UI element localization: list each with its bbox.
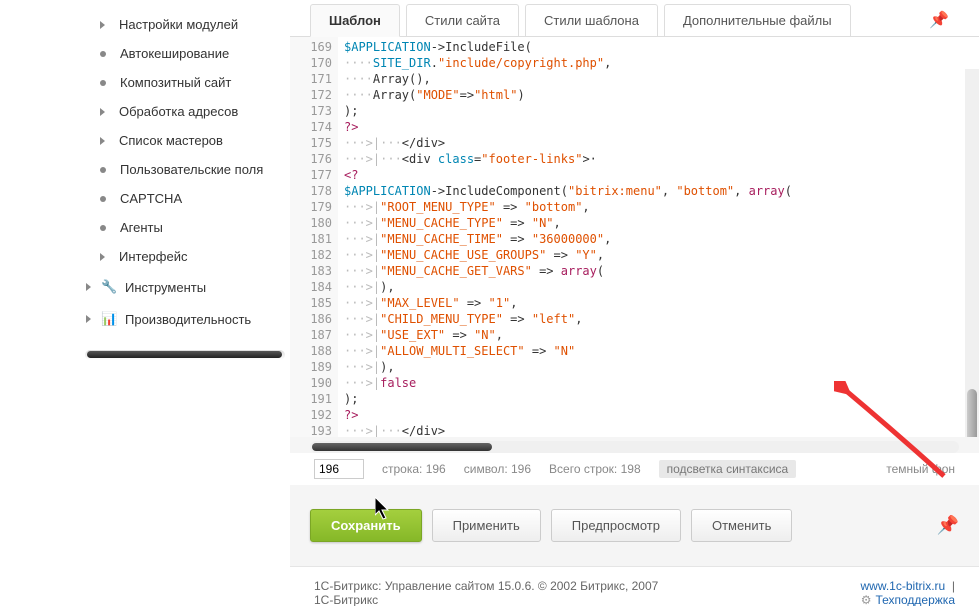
sidebar-group-label: Инструменты <box>125 280 206 295</box>
sidebar-item-label: Настройки модулей <box>119 17 238 32</box>
footer: 1С-Битрикс: Управление сайтом 15.0.6. © … <box>290 566 979 606</box>
pin-icon[interactable]: 📌 <box>929 10 959 30</box>
status-total: Всего строк: 198 <box>549 462 641 476</box>
performance-icon: 📊 <box>101 311 117 327</box>
sidebar-item-label: Интерфейс <box>119 249 187 264</box>
tab-template[interactable]: Шаблон <box>310 4 400 37</box>
dark-bg-toggle[interactable]: темный фон <box>886 462 955 476</box>
arrow-icon <box>100 253 105 261</box>
code-editor[interactable]: 1691701711721731741751761771781791801811… <box>290 37 979 437</box>
footer-copyright: 1С-Битрикс: Управление сайтом 15.0.6. © … <box>314 579 658 593</box>
sidebar-item-label: Список мастеров <box>119 133 223 148</box>
sidebar-group-tools[interactable]: 🔧 Инструменты <box>0 271 290 303</box>
sidebar: Настройки модулей Автокеширование Композ… <box>0 0 290 606</box>
status-col: символ: 196 <box>464 462 531 476</box>
status-bar: строка: 196 символ: 196 Всего строк: 198… <box>290 453 979 485</box>
footer-link-support[interactable]: Техподдержка <box>875 593 955 606</box>
bullet-icon <box>100 196 106 202</box>
sidebar-item-autocache[interactable]: Автокеширование <box>0 39 290 68</box>
sidebar-item-label: Пользовательские поля <box>120 162 263 177</box>
syntax-highlight-toggle[interactable]: подсветка синтаксиса <box>659 460 797 478</box>
tabs-row: Шаблон Стили сайта Стили шаблона Дополни… <box>290 0 979 37</box>
main-panel: Шаблон Стили сайта Стили шаблона Дополни… <box>290 0 979 606</box>
vertical-scrollbar[interactable] <box>965 69 979 437</box>
tab-extra-files[interactable]: Дополнительные файлы <box>664 4 851 36</box>
sidebar-item-label: CAPTCHA <box>120 191 182 206</box>
bullet-icon <box>100 225 106 231</box>
arrow-icon <box>100 21 105 29</box>
tab-site-styles[interactable]: Стили сайта <box>406 4 519 36</box>
cancel-button[interactable]: Отменить <box>691 509 792 542</box>
goto-line-input[interactable] <box>314 459 364 479</box>
sidebar-item-interface[interactable]: Интерфейс <box>0 242 290 271</box>
bullet-icon <box>100 51 106 57</box>
sidebar-item-user-fields[interactable]: Пользовательские поля <box>0 155 290 184</box>
sidebar-item-agents[interactable]: Агенты <box>0 213 290 242</box>
arrow-icon <box>86 315 91 323</box>
tools-icon: 🔧 <box>101 279 117 295</box>
bullet-icon <box>100 80 106 86</box>
sidebar-group-performance[interactable]: 📊 Производительность <box>0 303 290 335</box>
gear-icon: ⚙ <box>861 593 872 606</box>
tab-template-styles[interactable]: Стили шаблона <box>525 4 658 36</box>
arrow-icon <box>100 137 105 145</box>
preview-button[interactable]: Предпросмотр <box>551 509 681 542</box>
line-gutter: 1691701711721731741751761771781791801811… <box>290 37 338 437</box>
sidebar-item-label: Композитный сайт <box>120 75 231 90</box>
sidebar-item-wizards[interactable]: Список мастеров <box>0 126 290 155</box>
code-area[interactable]: $APPLICATION->IncludeFile(····SITE_DIR."… <box>338 37 979 437</box>
scrollbar-thumb[interactable] <box>87 351 282 358</box>
status-line: строка: 196 <box>382 462 446 476</box>
sidebar-item-label: Агенты <box>120 220 163 235</box>
sidebar-item-url-processing[interactable]: Обработка адресов <box>0 97 290 126</box>
scrollbar-thumb[interactable] <box>967 389 977 437</box>
sidebar-item-label: Автокеширование <box>120 46 229 61</box>
sidebar-item-module-settings[interactable]: Настройки модулей <box>0 10 290 39</box>
sidebar-item-captcha[interactable]: CAPTCHA <box>0 184 290 213</box>
sidebar-item-composite[interactable]: Композитный сайт <box>0 68 290 97</box>
arrow-icon <box>86 283 91 291</box>
horizontal-scrollbar[interactable] <box>310 441 959 453</box>
arrow-icon <box>100 108 105 116</box>
footer-link-site[interactable]: www.1c-bitrix.ru <box>861 579 946 593</box>
pin-icon[interactable]: 📌 <box>937 515 959 536</box>
sidebar-item-label: Обработка адресов <box>119 104 238 119</box>
sidebar-scrollbar[interactable] <box>85 350 285 360</box>
footer-product: 1С-Битрикс <box>314 593 658 606</box>
buttons-row: Сохранить Применить Предпросмотр Отменит… <box>290 485 979 566</box>
save-button[interactable]: Сохранить <box>310 509 422 542</box>
sidebar-group-label: Производительность <box>125 312 251 327</box>
bullet-icon <box>100 167 106 173</box>
scrollbar-thumb[interactable] <box>312 443 492 451</box>
apply-button[interactable]: Применить <box>432 509 541 542</box>
